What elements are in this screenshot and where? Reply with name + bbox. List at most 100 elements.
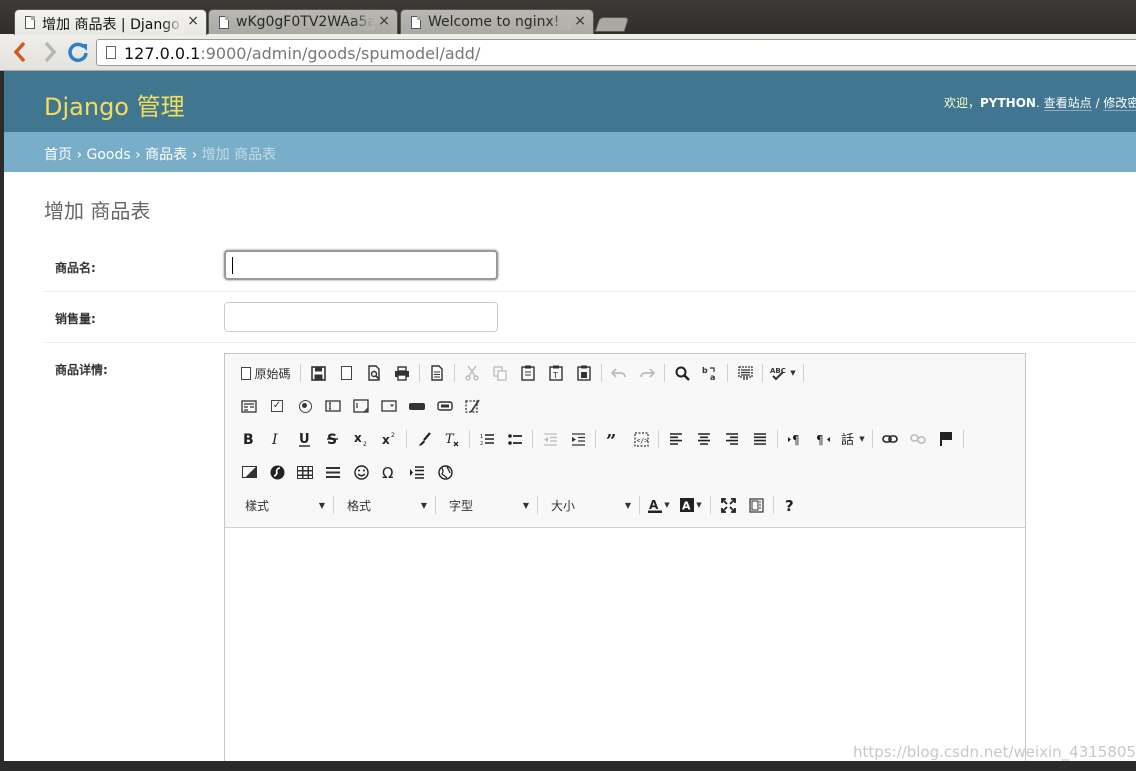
language-button[interactable]: 話 ▼ xyxy=(837,427,869,451)
styles-combo[interactable]: 樣式 ▼ xyxy=(235,493,330,517)
new-page-button[interactable] xyxy=(332,361,360,385)
image-button-button[interactable] xyxy=(431,394,459,418)
font-combo[interactable]: 字型 ▼ xyxy=(439,493,534,517)
rtl-button[interactable]: ¶ xyxy=(809,427,837,451)
sales-input[interactable] xyxy=(224,302,498,332)
iframe-button[interactable] xyxy=(431,460,459,484)
textarea-button[interactable] xyxy=(347,394,375,418)
special-char-button[interactable]: Ω xyxy=(375,460,403,484)
breadcrumb-model[interactable]: 商品表 xyxy=(145,147,187,163)
cut-button[interactable] xyxy=(458,361,486,385)
change-password-link[interactable]: 修改密 xyxy=(1103,96,1136,111)
paste-icon xyxy=(521,365,535,381)
copy-format-button[interactable] xyxy=(410,427,438,451)
paste-word-button[interactable] xyxy=(570,361,598,385)
text-color-button[interactable]: A ▼ xyxy=(643,493,675,517)
undo-button[interactable] xyxy=(605,361,633,385)
find-button[interactable] xyxy=(668,361,696,385)
view-site-link[interactable]: 查看站点 xyxy=(1043,96,1092,111)
format-combo[interactable]: 格式 ▼ xyxy=(337,493,432,517)
form-button[interactable] xyxy=(235,394,263,418)
ltr-button[interactable]: ¶ xyxy=(781,427,809,451)
italic-button[interactable]: I xyxy=(263,427,291,451)
outdent-button[interactable] xyxy=(536,427,564,451)
url-text[interactable]: 127.0.0.1:9000/admin/goods/spumodel/add/ xyxy=(124,44,480,63)
subscript-button[interactable]: x2 xyxy=(347,427,375,451)
size-combo[interactable]: 大小 ▼ xyxy=(541,493,636,517)
breadcrumb-home[interactable]: 首页 xyxy=(44,147,72,163)
bold-button[interactable]: B xyxy=(235,427,263,451)
align-right-button[interactable] xyxy=(718,427,746,451)
close-icon[interactable]: × xyxy=(574,13,586,29)
templates-button[interactable] xyxy=(423,361,451,385)
browser-tab-nginx[interactable]: Welcome to nginx! × xyxy=(400,9,594,35)
reload-button[interactable] xyxy=(66,41,90,65)
name-input[interactable] xyxy=(224,250,498,280)
superscript-button[interactable]: x2 xyxy=(375,427,403,451)
justify-button[interactable] xyxy=(746,427,774,451)
spellcheck-button[interactable]: ABC ▼ xyxy=(766,361,800,385)
copy-icon xyxy=(493,365,507,381)
close-icon[interactable]: × xyxy=(187,13,199,29)
text-field-button[interactable] xyxy=(319,394,347,418)
svg-text:?: ? xyxy=(785,498,794,513)
form-button-button[interactable] xyxy=(403,394,431,418)
anchor-button[interactable] xyxy=(932,427,960,451)
align-left-button[interactable] xyxy=(662,427,690,451)
align-center-button[interactable] xyxy=(690,427,718,451)
image-button[interactable] xyxy=(235,460,263,484)
strike-button[interactable]: S xyxy=(319,427,347,451)
close-icon[interactable]: × xyxy=(378,13,390,29)
address-bar[interactable]: 127.0.0.1:9000/admin/goods/spumodel/add/ xyxy=(96,39,1136,66)
sales-label: 销售量: xyxy=(55,312,96,326)
maximize-button[interactable] xyxy=(714,493,742,517)
numbered-list-button[interactable]: 12 xyxy=(473,427,501,451)
breadcrumb-app[interactable]: Goods xyxy=(87,147,131,163)
preview-icon xyxy=(367,365,380,381)
redo-button[interactable] xyxy=(633,361,661,385)
svg-text:I: I xyxy=(271,432,278,446)
back-button[interactable] xyxy=(8,41,32,65)
show-blocks-button[interactable] xyxy=(742,493,770,517)
paste-button[interactable] xyxy=(514,361,542,385)
new-tab-button[interactable] xyxy=(594,17,630,32)
indent-button[interactable] xyxy=(564,427,592,451)
paste-text-icon: T xyxy=(549,365,563,381)
editor-content-area[interactable] xyxy=(225,528,1025,761)
print-button[interactable] xyxy=(388,361,416,385)
bulleted-list-icon xyxy=(507,433,522,445)
copy-button[interactable] xyxy=(486,361,514,385)
browser-tab-image[interactable]: wKg0gF0TV2WAa5a × xyxy=(208,9,398,35)
unlink-button[interactable] xyxy=(904,427,932,451)
bulleted-list-button[interactable] xyxy=(501,427,529,451)
bg-color-button[interactable]: A ▼ xyxy=(675,493,707,517)
link-button[interactable] xyxy=(876,427,904,451)
select-button[interactable] xyxy=(375,394,403,418)
hidden-field-button[interactable] xyxy=(459,394,487,418)
flash-button[interactable] xyxy=(263,460,291,484)
svg-text:x: x xyxy=(382,433,390,446)
bottom-bar xyxy=(0,761,1136,771)
paste-text-button[interactable]: T xyxy=(542,361,570,385)
blockquote-button[interactable]: ” xyxy=(599,427,627,451)
remove-format-button[interactable]: T xyxy=(438,427,466,451)
forward-button[interactable] xyxy=(38,41,62,65)
select-all-button[interactable] xyxy=(731,361,759,385)
about-button[interactable]: ? xyxy=(777,493,805,517)
browser-tab-django[interactable]: 增加 商品表 | Django × xyxy=(14,9,207,35)
smiley-button[interactable] xyxy=(347,460,375,484)
preview-button[interactable] xyxy=(360,361,388,385)
source-button[interactable]: 原始碼 xyxy=(235,361,297,385)
site-branding[interactable]: Django 管理 xyxy=(44,87,185,122)
save-button[interactable] xyxy=(304,361,332,385)
table-button[interactable] xyxy=(291,460,319,484)
unlink-icon xyxy=(910,434,926,444)
replace-button[interactable]: ba xyxy=(696,361,724,385)
horizontal-rule-button[interactable] xyxy=(319,460,347,484)
chevron-down-icon: ▼ xyxy=(664,501,670,509)
create-div-button[interactable]: </> xyxy=(627,427,655,451)
radio-button[interactable] xyxy=(291,394,319,418)
underline-button[interactable]: U xyxy=(291,427,319,451)
checkbox-button[interactable]: ✓ xyxy=(263,394,291,418)
page-break-button[interactable] xyxy=(403,460,431,484)
